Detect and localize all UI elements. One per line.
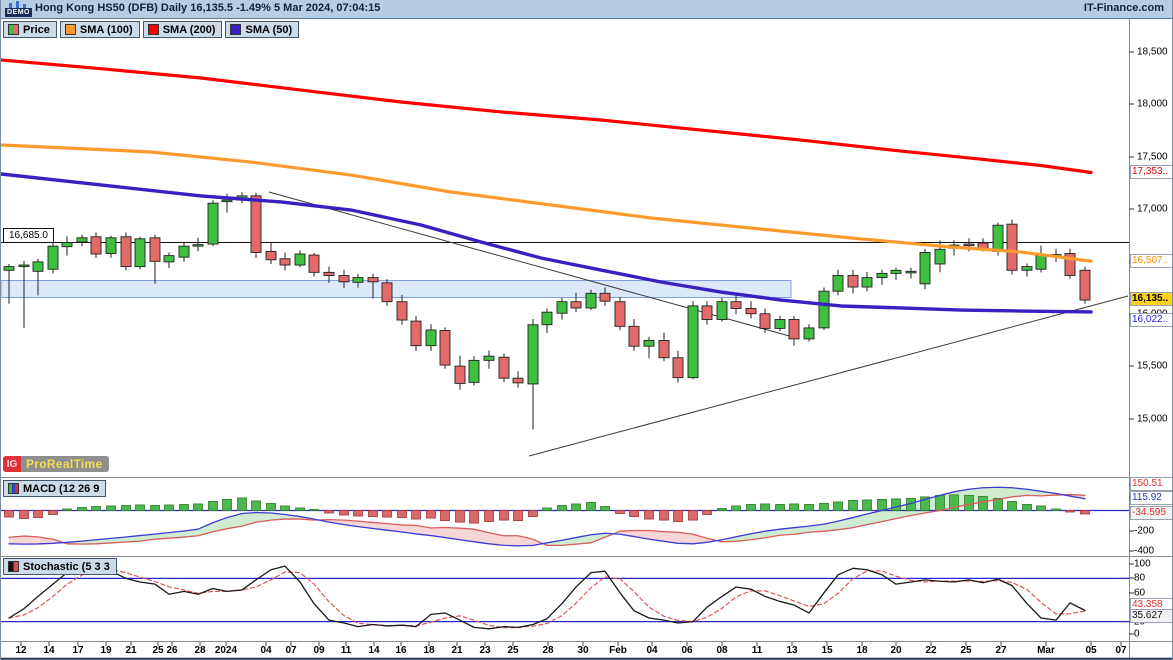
legend-label: SMA (50) xyxy=(245,24,292,36)
legend-chip-sma100[interactable]: SMA (100) xyxy=(60,21,140,38)
trendline xyxy=(269,192,793,337)
macd-panel xyxy=(1,487,1129,546)
stochastic-indicator-chip[interactable]: Stochastic (5 3 3 xyxy=(3,558,117,575)
legend-chip-sma200[interactable]: SMA (200) xyxy=(143,21,223,38)
sma-200-line xyxy=(1,60,1091,173)
macd-label: MACD (12 26 9 xyxy=(23,483,99,495)
sma200-swatch-icon xyxy=(148,24,159,35)
macd-swatch-icon xyxy=(8,483,19,494)
horizontal-level-label[interactable]: 16,685.0 xyxy=(3,228,54,243)
series-legend: Price SMA (100) SMA (200) SMA (50) xyxy=(3,21,299,38)
stoch-k-line xyxy=(9,566,1085,629)
legend-label: SMA (200) xyxy=(163,24,216,36)
panel-frame xyxy=(1,19,1173,659)
prorealtime-chart-window: DEMO Hong Kong HS50 (DFB) Daily 16,135.5… xyxy=(0,0,1173,660)
legend-chip-sma50[interactable]: SMA (50) xyxy=(225,21,299,38)
stochastic-label: Stochastic (5 3 3 xyxy=(23,561,110,573)
stochastic-panel xyxy=(1,566,1129,629)
chart-canvas[interactable] xyxy=(1,0,1173,660)
legend-label: SMA (100) xyxy=(80,24,133,36)
prorealtime-logo-text: ProRealTime xyxy=(26,457,102,471)
price-panel-background xyxy=(1,192,1129,456)
price-swatch-icon xyxy=(8,24,19,35)
stochastic-swatch-icon xyxy=(8,561,19,572)
ig-logo: IG xyxy=(3,456,21,472)
candles-layer xyxy=(4,192,1090,429)
prorealtime-logo: IG ProRealTime xyxy=(3,456,109,472)
legend-label: Price xyxy=(23,24,50,36)
sma-100-line xyxy=(1,145,1091,261)
legend-chip-price[interactable]: Price xyxy=(3,21,57,38)
sma100-swatch-icon xyxy=(65,24,76,35)
macd-indicator-chip[interactable]: MACD (12 26 9 xyxy=(3,480,106,497)
sma50-swatch-icon xyxy=(230,24,241,35)
